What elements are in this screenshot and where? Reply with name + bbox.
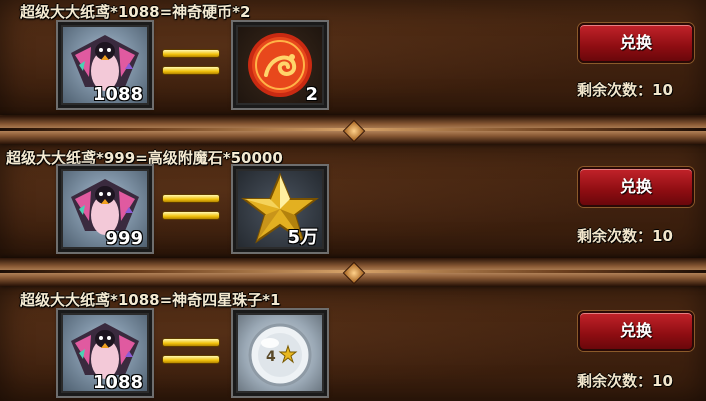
cost-item-slot[interactable]: 1088 (56, 20, 154, 110)
equals-icon (163, 337, 219, 367)
cost-count: 1088 (92, 372, 143, 393)
reward-item-slot[interactable]: 4 (231, 308, 329, 398)
four-star-orb-icon: 4 (248, 323, 312, 387)
exchange-button[interactable]: 兑换 (578, 167, 694, 207)
svg-text:4: 4 (266, 349, 276, 365)
offer-title: 超级大大纸鸢*1088=神奇硬币*2 (20, 3, 251, 21)
row-divider (0, 258, 706, 286)
reward-count: 2 (305, 84, 318, 105)
cost-item-slot[interactable]: 1088 (56, 308, 154, 398)
equals-icon (163, 193, 219, 223)
offer-title: 超级大大纸鸢*1088=神奇四星珠子*1 (20, 291, 281, 309)
offer-title: 超级大大纸鸢*999=高级附魔石*50000 (6, 149, 283, 167)
exchange-button[interactable]: 兑换 (578, 23, 694, 63)
remaining-times: 剩余次数：10 (577, 227, 673, 245)
row-divider (0, 116, 706, 144)
cost-item-slot[interactable]: 999 (56, 164, 154, 254)
reward-item-slot[interactable]: 2 (231, 20, 329, 110)
remaining-times: 剩余次数：10 (577, 81, 673, 99)
cost-count: 999 (105, 228, 143, 249)
equals-icon (163, 48, 219, 78)
remaining-times: 剩余次数：10 (577, 372, 673, 390)
exchange-button[interactable]: 兑换 (578, 311, 694, 351)
cost-count: 1088 (92, 84, 143, 105)
reward-item-slot[interactable]: 5万 (231, 164, 329, 254)
reward-count: 5万 (287, 227, 318, 248)
divider-ornament-icon (342, 261, 366, 285)
divider-ornament-icon (342, 119, 366, 143)
